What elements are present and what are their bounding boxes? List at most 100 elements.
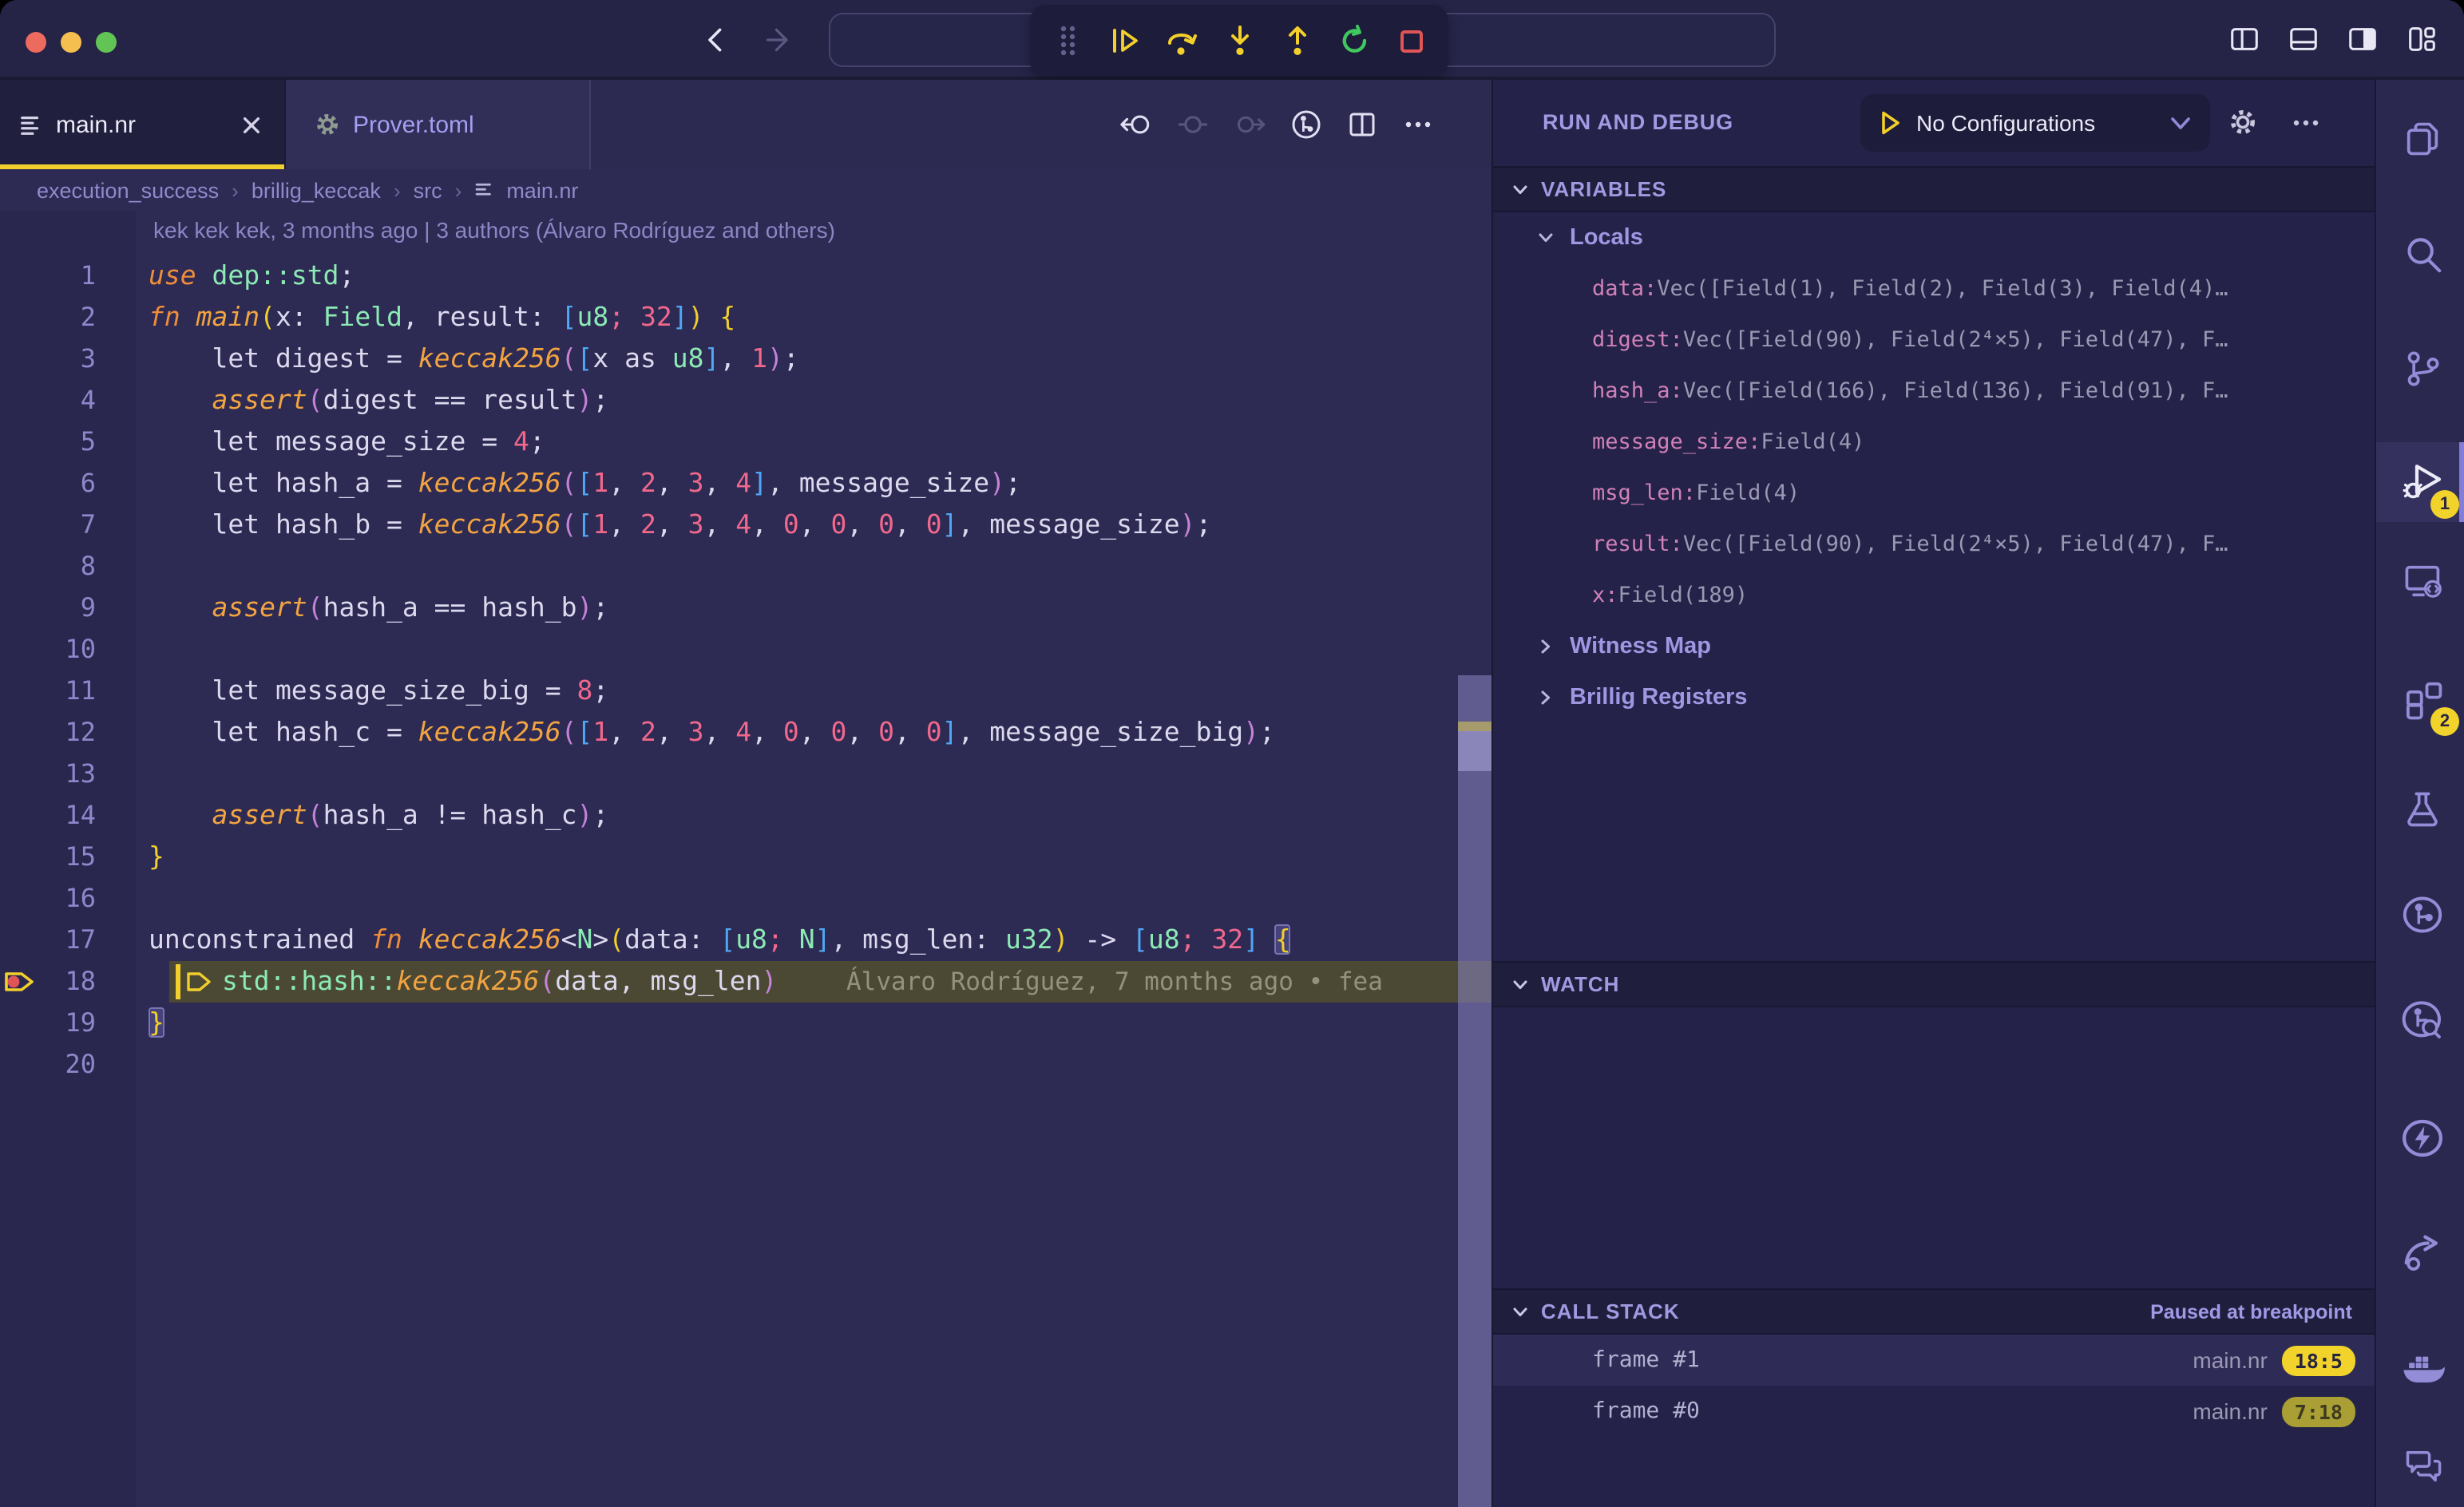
stop-icon[interactable] — [1392, 22, 1431, 60]
search-icon[interactable] — [2394, 225, 2451, 283]
customize-layout-icon[interactable] — [2405, 22, 2438, 56]
scope-brillig-registers[interactable]: Brillig Registers — [1493, 672, 2375, 723]
code-line-6[interactable]: 6 let hash_a = keccak256([1, 2, 3, 4], m… — [0, 463, 1491, 504]
section-call-stack[interactable]: CALL STACK Paused at breakpoint — [1493, 1288, 2375, 1335]
chevron-right-icon: › — [455, 178, 462, 202]
more-actions-icon[interactable] — [2292, 118, 2320, 128]
run-and-debug-icon[interactable]: 1 — [2394, 453, 2451, 511]
code-line-8[interactable]: 8 — [0, 546, 1491, 587]
extensions-icon[interactable]: 2 — [2394, 670, 2451, 728]
variable-row[interactable]: message_size: Field(4) — [1493, 417, 2375, 468]
forward-arrow-icon[interactable] — [765, 26, 794, 54]
stack-frame-row[interactable]: frame #0main.nr7:18 — [1493, 1386, 2375, 1437]
blame-annotation: kek kek kek, 3 months ago | 3 authors (Á… — [153, 217, 835, 243]
section-variables[interactable]: VARIABLES — [1493, 166, 2375, 212]
inline-blame: Álvaro Rodríguez, 7 months ago • fea — [846, 961, 1383, 1003]
code-line-17[interactable]: 17unconstrained fn keccak256<N>(data: [u… — [0, 920, 1491, 961]
toggle-primary-sidebar-icon[interactable] — [2228, 22, 2261, 56]
variable-row[interactable]: data: Vec([Field(1), Field(2), Field(3),… — [1493, 263, 2375, 314]
live-share-icon[interactable] — [2394, 1224, 2451, 1282]
section-label: VARIABLES — [1541, 177, 1666, 201]
git-graph-icon[interactable] — [2394, 886, 2451, 943]
extensions-count-badge: 2 — [2430, 707, 2459, 736]
timeline-icon[interactable] — [1290, 109, 1322, 140]
variable-row[interactable]: result: Vec([Field(90), Field(2⁴×5), Fie… — [1493, 519, 2375, 570]
editor-scrollbar[interactable] — [1458, 675, 1491, 1507]
ide-window: main.nr Prover.toml execution_success › … — [0, 0, 2464, 1507]
close-tab-icon[interactable] — [241, 114, 262, 135]
scope-witness-map[interactable]: Witness Map — [1493, 621, 2375, 672]
code-line-9[interactable]: 9 assert(hash_a == hash_b); — [0, 587, 1491, 629]
breadcrumb-item[interactable]: src — [414, 178, 442, 202]
variable-row[interactable]: hash_a: Vec([Field(166), Field(136), Fie… — [1493, 366, 2375, 417]
code-editor[interactable]: kek kek kek, 3 months ago | 3 authors (Á… — [0, 211, 1491, 1507]
code-line-11[interactable]: 11 let message_size_big = 8; — [0, 670, 1491, 712]
line-number-gutter[interactable]: 16 — [0, 878, 136, 920]
gear-icon[interactable] — [2228, 107, 2258, 137]
debug-toolbar — [1030, 5, 1448, 77]
breadcrumb-item[interactable]: execution_success — [37, 178, 219, 202]
go-back-icon[interactable] — [1119, 109, 1153, 140]
toggle-panel-icon[interactable] — [2287, 22, 2320, 56]
prev-change-icon[interactable] — [1177, 109, 1209, 140]
source-control-icon[interactable] — [2394, 340, 2451, 398]
code-line-1[interactable]: 1use dep::std; — [0, 255, 1491, 297]
code-line-14[interactable]: 14 assert(hash_a != hash_c); — [0, 795, 1491, 837]
code-line-19[interactable]: 19} — [0, 1003, 1491, 1044]
code-line-16[interactable]: 16 — [0, 878, 1491, 920]
restart-icon[interactable] — [1335, 22, 1373, 60]
zoom-window-button[interactable] — [96, 32, 117, 53]
continue-icon[interactable] — [1105, 22, 1143, 60]
tab-prover-toml[interactable]: Prover.toml — [284, 80, 591, 169]
breadcrumb-item[interactable]: main.nr — [506, 178, 578, 202]
step-out-icon[interactable] — [1278, 22, 1316, 60]
more-actions-icon[interactable] — [1402, 109, 1434, 140]
chevron-down-icon — [2170, 116, 2191, 130]
docker-icon[interactable] — [2394, 1338, 2451, 1395]
thunder-client-icon[interactable] — [2394, 1109, 2451, 1167]
panel-header: RUN AND DEBUG No Configurations — [1493, 80, 2375, 166]
debug-configuration-dropdown[interactable]: No Configurations — [1860, 94, 2210, 152]
code-line-10[interactable]: 10 — [0, 629, 1491, 670]
chevron-down-icon — [1512, 1303, 1528, 1319]
explorer-icon[interactable] — [2394, 110, 2451, 168]
frame-position-badge: 18:5 — [2282, 1345, 2355, 1375]
line-number-gutter[interactable]: 20 — [0, 1044, 136, 1086]
variable-row[interactable]: msg_len: Field(4) — [1493, 468, 2375, 519]
line-number-gutter[interactable]: 10 — [0, 629, 136, 670]
line-number-gutter[interactable]: 8 — [0, 546, 136, 587]
code-line-20[interactable]: 20 — [0, 1044, 1491, 1086]
git-graph-search-icon[interactable] — [2394, 991, 2451, 1049]
testing-beaker-icon[interactable] — [2394, 781, 2451, 838]
toggle-secondary-sidebar-icon[interactable] — [2346, 22, 2379, 56]
next-change-icon[interactable] — [1233, 109, 1266, 140]
line-number-gutter[interactable]: 13 — [0, 754, 136, 795]
drag-grip-icon[interactable] — [1048, 22, 1086, 60]
breadcrumb-item[interactable]: brillig_keccak — [252, 178, 381, 202]
code-line-4[interactable]: 4 assert(digest == result); — [0, 380, 1491, 421]
code-line-12[interactable]: 12 let hash_c = keccak256([1, 2, 3, 4, 0… — [0, 712, 1491, 754]
code-line-15[interactable]: 15} — [0, 837, 1491, 878]
step-over-icon[interactable] — [1163, 22, 1201, 60]
tab-main-nr[interactable]: main.nr — [0, 80, 284, 169]
step-into-icon[interactable] — [1220, 22, 1258, 60]
variable-row[interactable]: x: Field(189) — [1493, 570, 2375, 621]
chevron-right-icon: › — [394, 178, 401, 202]
scope-locals[interactable]: Locals — [1493, 212, 2375, 263]
split-editor-icon[interactable] — [1346, 109, 1378, 140]
back-arrow-icon[interactable] — [703, 26, 731, 54]
code-line-13[interactable]: 13 — [0, 754, 1491, 795]
section-watch[interactable]: WATCH — [1493, 961, 2375, 1007]
remote-explorer-icon[interactable] — [2394, 552, 2451, 610]
stack-frame-row[interactable]: frame #1main.nr18:5 — [1493, 1335, 2375, 1386]
code-line-3[interactable]: 3 let digest = keccak256([x as u8], 1); — [0, 338, 1491, 380]
code-line-18[interactable]: 18std::hash::keccak256(data, msg_len)Álv… — [0, 961, 1491, 1003]
comments-icon[interactable] — [2394, 1437, 2451, 1494]
code-line-2[interactable]: 2fn main(x: Field, result: [u8; 32]) { — [0, 297, 1491, 338]
code-line-7[interactable]: 7 let hash_b = keccak256([1, 2, 3, 4, 0,… — [0, 504, 1491, 546]
close-window-button[interactable] — [26, 32, 46, 53]
code-line-5[interactable]: 5 let message_size = 4; — [0, 421, 1491, 463]
minimize-window-button[interactable] — [61, 32, 81, 53]
variable-row[interactable]: digest: Vec([Field(90), Field(2⁴×5), Fie… — [1493, 314, 2375, 366]
window-traffic-lights[interactable] — [26, 32, 117, 53]
